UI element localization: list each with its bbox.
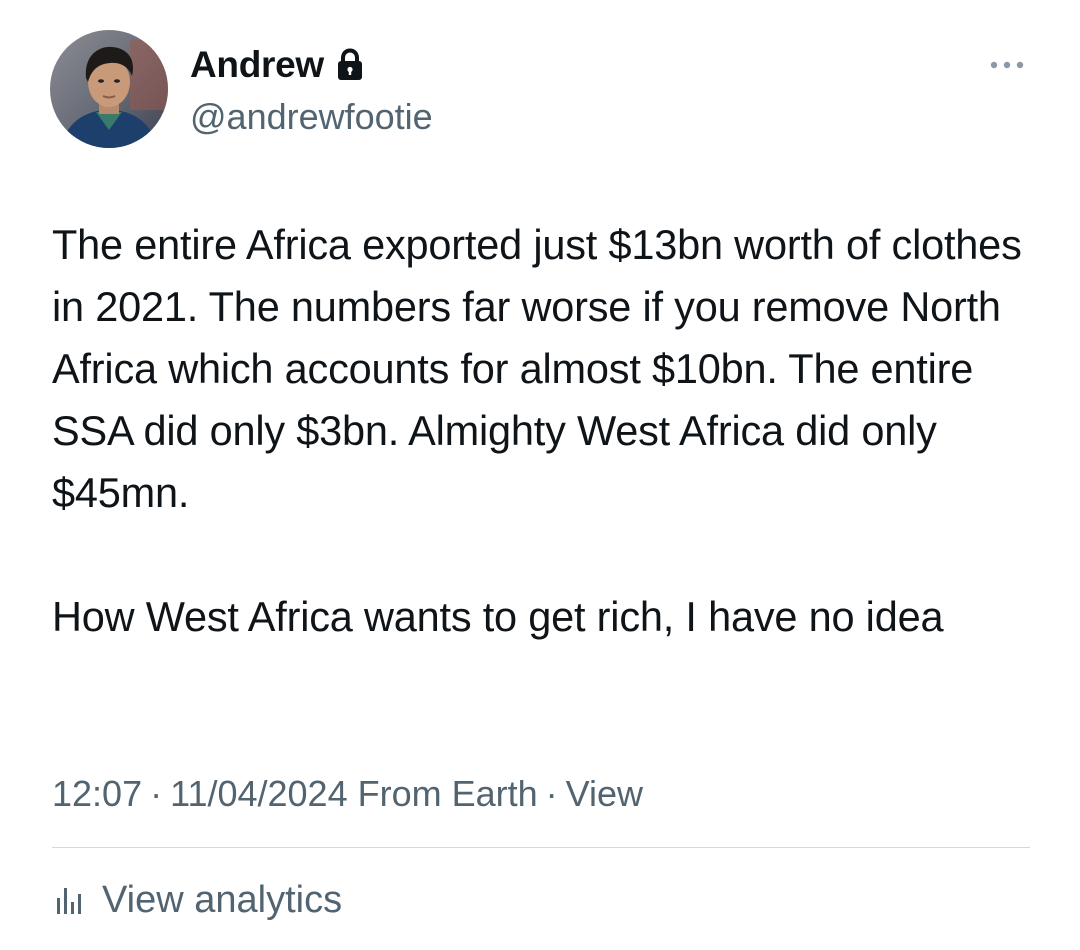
view-analytics-button[interactable]: View analytics (52, 874, 342, 926)
bar-chart-icon (52, 882, 88, 918)
divider (52, 847, 1030, 848)
view-link[interactable]: View (566, 773, 643, 814)
author-name-row: Andrew (190, 42, 364, 88)
tweet-text: The entire Africa exported just $13bn wo… (52, 214, 1042, 648)
profile-photo (50, 30, 168, 148)
tweet-metadata: 12:07 · 11/04/2024 From Earth · View (52, 770, 643, 818)
more-dots-icon (990, 61, 1024, 69)
avatar[interactable] (50, 30, 168, 148)
meta-separator: · (545, 773, 558, 814)
tweet-time[interactable]: 12:07 (52, 773, 142, 814)
lock-icon (336, 48, 364, 82)
display-name[interactable]: Andrew (190, 44, 324, 86)
tweet-location: From Earth (357, 773, 538, 814)
more-options-button[interactable] (984, 50, 1030, 80)
user-handle[interactable]: @andrewfootie (190, 94, 433, 140)
tweet-paragraph: How West Africa wants to get rich, I hav… (52, 593, 944, 640)
view-analytics-label: View analytics (102, 878, 343, 921)
tweet-date[interactable]: 11/04/2024 (170, 773, 348, 814)
tweet-paragraph: The entire Africa exported just $13bn wo… (52, 221, 1022, 516)
meta-separator: · (150, 773, 163, 814)
